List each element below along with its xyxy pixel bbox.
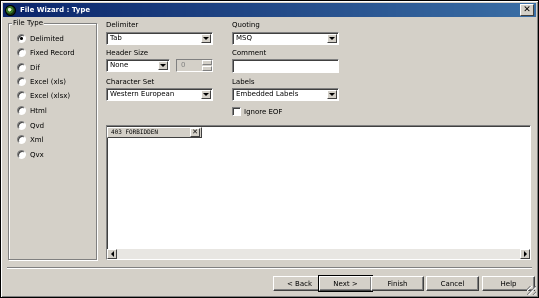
radio-button-fixed-record[interactable] (17, 48, 26, 57)
radio-html[interactable]: Html (17, 106, 47, 115)
character-set-value: Western European (110, 90, 175, 98)
header-size-number: 0 (181, 61, 186, 69)
file-wizard-window: File Wizard : Type ✕ File Type Delimited… (0, 0, 539, 298)
radio-label: Excel (xls) (30, 77, 66, 86)
next-button-label: Next > (333, 279, 358, 288)
labels-label: Labels (232, 78, 255, 86)
chevron-down-icon (203, 93, 209, 96)
header-size-value: None (110, 61, 129, 69)
arrow-left-icon (110, 251, 114, 257)
cancel-button-label: Cancel (440, 279, 465, 288)
close-icon: ✕ (523, 4, 531, 15)
chevron-down-icon (203, 37, 209, 40)
radio-fixed-record[interactable]: Fixed Record (17, 48, 75, 57)
radio-label: Xml (30, 135, 44, 144)
quoting-select[interactable]: MSQ (232, 32, 339, 45)
header-size-label: Header Size (106, 49, 149, 57)
chevron-down-icon (160, 64, 166, 67)
scroll-right-button[interactable] (520, 249, 530, 259)
ignore-eof-checkbox[interactable] (232, 107, 241, 116)
character-set-select[interactable]: Western European (106, 88, 213, 101)
dropdown-button[interactable] (201, 90, 211, 99)
chevron-down-icon (329, 93, 335, 96)
app-icon (5, 4, 16, 16)
radio-button-html[interactable] (17, 106, 26, 115)
next-button[interactable]: Next > (318, 275, 373, 292)
radio-label: Html (30, 106, 47, 115)
arrow-right-icon (523, 251, 527, 257)
delimiter-value: Tab (110, 34, 122, 42)
radio-delimited[interactable]: Delimited (17, 34, 64, 43)
dropdown-button[interactable] (158, 61, 168, 70)
delimiter-select[interactable]: Tab (106, 32, 213, 45)
quoting-value: MSQ (236, 34, 252, 42)
radio-button-delimited[interactable] (17, 34, 26, 43)
radio-label: Qvx (30, 150, 44, 159)
radio-label: Delimited (30, 34, 64, 43)
file-type-group: File Type Delimited Fixed Record Dif Exc… (8, 19, 97, 260)
dropdown-button[interactable] (201, 34, 211, 43)
title-bar: File Wizard : Type ✕ (3, 3, 536, 17)
column-header-text: 403 FORBIDDEN (111, 129, 158, 136)
radio-button-excel-xls[interactable] (17, 77, 26, 86)
labels-value: Embedded Labels (236, 90, 299, 98)
file-type-group-title: File Type (12, 19, 45, 27)
quoting-label: Quoting (232, 21, 260, 29)
radio-qvx[interactable]: Qvx (17, 150, 44, 159)
character-set-label: Character Set (106, 78, 155, 86)
radio-button-dif[interactable] (17, 63, 26, 72)
close-button[interactable]: ✕ (520, 4, 534, 16)
window-title: File Wizard : Type (20, 6, 91, 14)
resize-grip-icon[interactable] (527, 286, 536, 295)
preview-column-header[interactable]: 403 FORBIDDEN ✕ (107, 127, 202, 138)
spin-up-button (202, 60, 212, 65)
radio-button-xml[interactable] (17, 135, 26, 144)
help-button-label: Help (500, 279, 517, 288)
radio-label: Fixed Record (30, 48, 75, 57)
divider (7, 267, 532, 269)
radio-label: Qvd (30, 121, 45, 130)
radio-button-qvd[interactable] (17, 121, 26, 130)
radio-label: Excel (xlsx) (30, 91, 71, 100)
comment-input[interactable] (232, 59, 339, 73)
chevron-down-icon (329, 37, 335, 40)
radio-xml[interactable]: Xml (17, 135, 44, 144)
radio-qvd[interactable]: Qvd (17, 121, 44, 130)
radio-label: Dif (30, 63, 40, 72)
labels-select[interactable]: Embedded Labels (232, 88, 339, 101)
data-preview-pane[interactable] (106, 125, 531, 260)
header-size-select[interactable]: None (106, 59, 170, 72)
column-close-icon[interactable]: ✕ (190, 128, 200, 137)
header-size-spinner: 0 (176, 59, 213, 72)
finish-button-label: Finish (387, 279, 408, 288)
horizontal-scrollbar[interactable] (107, 249, 530, 259)
radio-excel-xls[interactable]: Excel (xls) (17, 77, 66, 86)
radio-dif[interactable]: Dif (17, 63, 40, 72)
cancel-button[interactable]: Cancel (426, 276, 479, 291)
dropdown-button[interactable] (327, 34, 337, 43)
delimiter-label: Delimiter (106, 21, 139, 29)
finish-button[interactable]: Finish (371, 276, 424, 291)
radio-excel-xlsx[interactable]: Excel (xlsx) (17, 91, 70, 100)
back-button-label: < Back (286, 279, 313, 288)
dropdown-button[interactable] (327, 90, 337, 99)
ignore-eof-label: Ignore EOF (244, 108, 283, 116)
spin-down-button (202, 66, 212, 71)
radio-button-qvx[interactable] (17, 150, 26, 159)
scroll-left-button[interactable] (107, 249, 117, 259)
comment-label: Comment (232, 49, 267, 57)
radio-button-excel-xlsx[interactable] (17, 91, 26, 100)
